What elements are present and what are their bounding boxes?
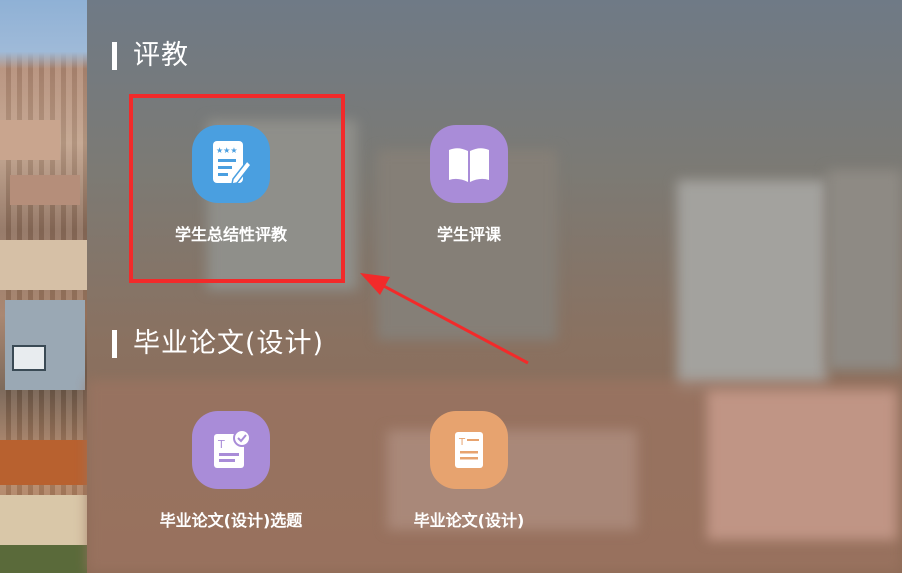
campus-photo-strip [0, 0, 87, 573]
app-label: 毕业论文(设计) [413, 511, 525, 530]
app-label: 学生评课 [436, 225, 501, 244]
open-book-icon [430, 125, 508, 203]
app-student-course-evaluation[interactable]: 学生评课 [384, 125, 554, 245]
highlight-box [129, 94, 345, 283]
app-label: 毕业论文(设计)选题 [159, 511, 303, 530]
section-title-evaluation: 评教 [112, 42, 189, 70]
topic-selection-icon: T [192, 411, 270, 489]
svg-text:T: T [217, 438, 225, 451]
app-thesis-topic-selection[interactable]: T 毕业论文(设计)选题 [146, 411, 316, 531]
red-arrow-icon [360, 273, 529, 365]
app-thesis[interactable]: T 毕业论文(设计) [384, 411, 554, 531]
document-icon: T [430, 411, 508, 489]
svg-text:T: T [458, 437, 466, 448]
app-screen: 评教 ★★★ 学生总结性评教 学生评课 毕业论文(设计) T 毕业论文(设计)选… [0, 0, 902, 573]
section-title-thesis: 毕业论文(设计) [112, 330, 324, 358]
